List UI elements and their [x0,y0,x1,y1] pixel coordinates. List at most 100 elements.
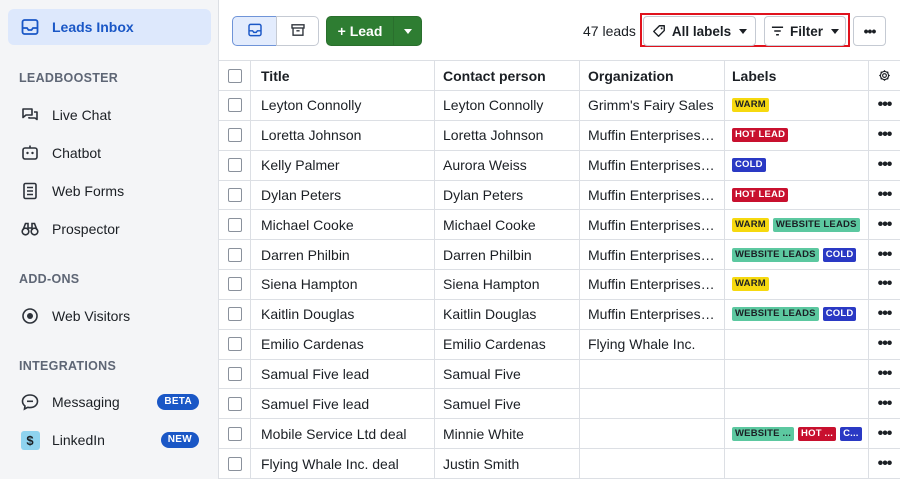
row-checkbox[interactable] [227,98,242,113]
table-row[interactable]: Flying Whale Inc. deal Justin Smith ••• [219,449,900,479]
row-actions-button[interactable]: ••• [869,210,900,239]
table-row[interactable]: Kelly Palmer Aurora Weiss Muffin Enterpr… [219,150,900,181]
more-options-button[interactable]: ••• [853,16,886,46]
tag-icon [652,24,666,38]
archive-icon [290,22,306,41]
lead-title[interactable]: Mobile Service Ltd deal [251,419,435,449]
table-row[interactable]: Samuel Five lead Samuel Five ••• [219,389,900,420]
row-actions-button[interactable]: ••• [869,91,900,120]
lead-title[interactable]: Michael Cooke [251,210,435,240]
row-actions-button[interactable]: ••• [869,240,900,269]
row-checkbox[interactable] [227,277,242,292]
table-row[interactable]: Samual Five lead Samual Five ••• [219,359,900,390]
more-horizontal-icon: ••• [877,215,893,233]
row-actions-button[interactable]: ••• [869,270,900,299]
filter-dropdown[interactable]: Filter [764,16,846,46]
select-all-checkbox[interactable] [227,68,242,83]
inbox-icon [247,22,263,41]
add-lead-dropdown-button[interactable] [393,16,422,46]
row-checkbox[interactable] [227,426,242,441]
row-select-cell [219,299,251,329]
lead-title[interactable]: Kaitlin Douglas [251,299,435,329]
table-row[interactable]: Kaitlin Douglas Kaitlin Douglas Muffin E… [219,299,900,330]
sidebar-item-web-visitors[interactable]: Web Visitors [8,300,211,332]
row-actions-button[interactable]: ••• [869,360,900,389]
organization: Muffin Enterprises ... [588,216,716,233]
row-actions-button[interactable]: ••• [869,151,900,180]
table-row[interactable]: Emilio Cardenas Emilio Cardenas Flying W… [219,329,900,360]
row-actions-button[interactable]: ••• [869,181,900,210]
organization-cell [580,449,725,478]
sidebar-item-live-chat[interactable]: Live Chat [8,99,211,131]
organization-cell: Flying Whale Inc. [580,329,725,359]
lead-title[interactable]: Samuel Five lead [251,389,435,419]
row-actions-button[interactable]: ••• [869,330,900,359]
column-header-organization[interactable]: Organization [580,61,725,90]
sidebar-item-linkedin[interactable]: $ LinkedIn NEW [8,424,211,456]
leads-count: 47 leads [583,23,636,39]
lead-title[interactable]: Flying Whale Inc. deal [251,449,435,478]
column-header-labels[interactable]: Labels [725,61,869,90]
organization-cell: Muffin Enterprises ... [580,210,725,240]
table-row[interactable]: Leyton Connolly Leyton Connolly Grimm's … [219,91,900,121]
archive-view-button[interactable] [276,16,319,46]
table-row[interactable]: Michael Cooke Michael Cooke Muffin Enter… [219,210,900,241]
lead-title[interactable]: Leyton Connolly [251,91,435,120]
row-select-cell [219,150,251,180]
more-horizontal-icon: ••• [877,156,893,174]
add-lead-button[interactable]: + Lead [326,16,394,46]
labels-cell: WARM WEBSITE LEADS [725,210,869,240]
label-tag-web: WEBSITE LEADS [732,307,819,322]
row-checkbox[interactable] [227,396,242,411]
row-actions-button[interactable]: ••• [869,300,900,329]
row-checkbox[interactable] [227,367,242,382]
table-row[interactable]: Mobile Service Ltd deal Minnie White WEB… [219,419,900,450]
row-checkbox[interactable] [227,158,242,173]
column-settings-button[interactable] [869,61,900,90]
table-row[interactable]: Siena Hampton Siena Hampton Muffin Enter… [219,270,900,300]
column-header-title[interactable]: Title [251,61,435,90]
table-row[interactable]: Dylan Peters Dylan Peters Muffin Enterpr… [219,180,900,211]
sidebar-item-messaging[interactable]: Messaging BETA [8,386,211,418]
row-checkbox[interactable] [227,337,242,352]
row-checkbox[interactable] [227,187,242,202]
row-actions-button[interactable]: ••• [869,449,900,478]
more-horizontal-icon: ••• [877,96,893,114]
more-horizontal-icon: ••• [877,454,893,472]
all-labels-dropdown[interactable]: All labels [643,16,756,46]
lead-title[interactable]: Siena Hampton [251,270,435,299]
section-title-leadbooster: LEADBOOSTER [19,71,119,85]
row-checkbox[interactable] [227,307,242,322]
sidebar-item-chatbot[interactable]: Chatbot [8,137,211,169]
select-all-cell [219,61,251,90]
table-row[interactable]: Loretta Johnson Loretta Johnson Muffin E… [219,120,900,151]
row-checkbox[interactable] [227,128,242,143]
more-horizontal-icon: ••• [877,365,893,383]
sidebar-item-web-forms[interactable]: Web Forms [8,175,211,207]
labels-cell: HOT LEAD [725,120,869,150]
table-header: Title Contact person Organization Labels [219,60,900,91]
filter-icon [771,25,784,37]
organization: Muffin Enterprises ... [588,186,716,203]
row-actions-button[interactable]: ••• [869,419,900,448]
table-row[interactable]: Darren Philbin Darren Philbin Muffin Ent… [219,240,900,271]
row-checkbox[interactable] [227,456,242,471]
label-tag-hot: HOT ... [798,426,837,441]
labels-cell [725,389,869,419]
row-checkbox[interactable] [227,217,242,232]
sidebar-item-leads-inbox[interactable]: Leads Inbox [8,9,211,45]
lead-title[interactable]: Loretta Johnson [251,120,435,150]
lead-title[interactable]: Dylan Peters [251,180,435,210]
row-actions-button[interactable]: ••• [869,389,900,418]
lead-title[interactable]: Kelly Palmer [251,150,435,180]
sidebar-item-label: Web Visitors [52,308,131,324]
lead-title[interactable]: Samual Five lead [251,359,435,389]
row-actions-button[interactable]: ••• [869,121,900,150]
new-badge: NEW [160,432,199,448]
sidebar-item-prospector[interactable]: Prospector [8,213,211,245]
inbox-view-button[interactable] [232,16,277,46]
row-checkbox[interactable] [227,247,242,262]
column-header-contact[interactable]: Contact person [435,61,580,90]
lead-title[interactable]: Emilio Cardenas [251,329,435,359]
lead-title[interactable]: Darren Philbin [251,240,435,270]
